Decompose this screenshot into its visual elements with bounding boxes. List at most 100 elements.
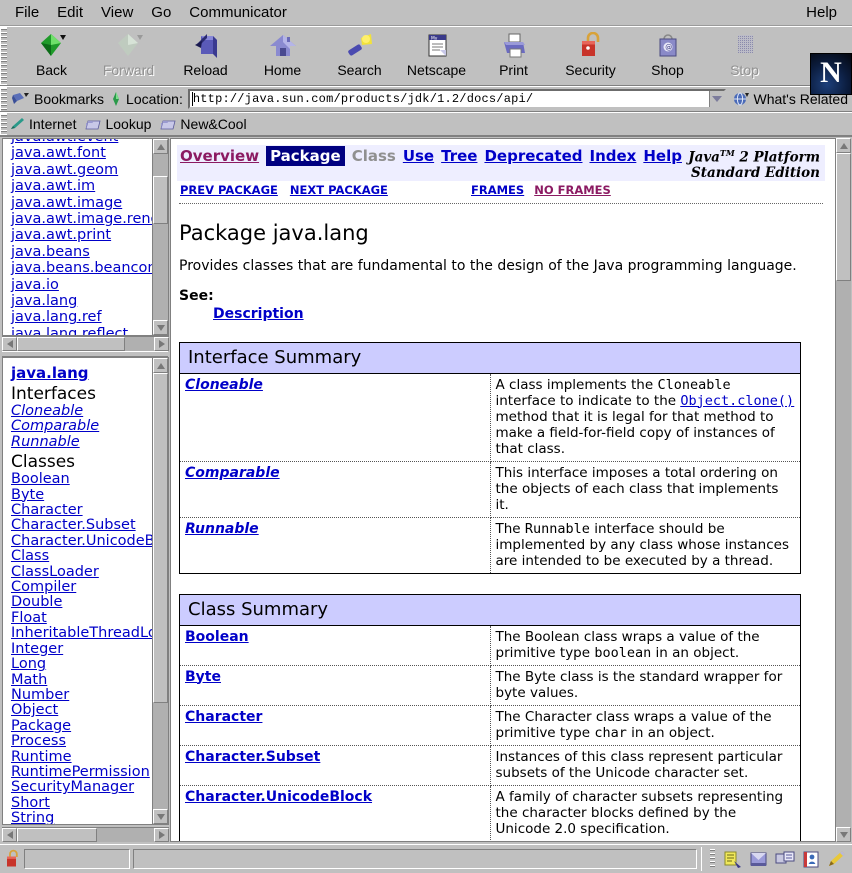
interface-summary-link[interactable]: Comparable	[185, 465, 280, 481]
see-description-link[interactable]: Description	[213, 306, 304, 322]
print-button[interactable]: Print	[475, 28, 552, 84]
package-link[interactable]: java.io	[11, 277, 152, 293]
menu-communicator[interactable]: Communicator	[180, 2, 296, 23]
class-link[interactable]: Runtime	[11, 749, 152, 765]
scroll-thumb[interactable]	[153, 373, 168, 703]
scroll-right-button[interactable]	[154, 337, 169, 351]
doc-nav-overview[interactable]: Overview	[180, 147, 259, 165]
composer-icon[interactable]	[722, 849, 744, 869]
personal-item-newcool[interactable]: New&Cool	[158, 116, 253, 132]
menu-edit[interactable]: Edit	[48, 2, 92, 23]
location-bar-grip[interactable]	[0, 87, 7, 111]
class-summary-link[interactable]: Character.Subset	[185, 749, 320, 765]
scroll-track[interactable]	[153, 373, 168, 809]
document-vertical-scrollbar[interactable]	[835, 138, 851, 842]
personal-item-internet[interactable]: Internet	[7, 116, 83, 132]
class-link[interactable]: Character	[11, 502, 152, 518]
menu-help[interactable]: Help	[797, 2, 846, 23]
class-link[interactable]: Process	[11, 733, 152, 749]
package-link[interactable]: java.awt.image	[11, 195, 152, 211]
scroll-track[interactable]	[836, 153, 851, 827]
current-package-link[interactable]: java.lang	[11, 364, 152, 382]
security-button[interactable]: Security	[552, 28, 629, 84]
interface-link[interactable]: Comparable	[11, 418, 152, 434]
class-summary-link[interactable]: Character	[185, 709, 262, 725]
class-summary-link[interactable]: Byte	[185, 669, 221, 685]
class-link[interactable]: Boolean	[11, 471, 152, 487]
url-input[interactable]	[189, 91, 709, 107]
address-book-icon[interactable]	[800, 849, 822, 869]
newsgroup-icon[interactable]	[774, 849, 796, 869]
doc-subnav-next-package[interactable]: NEXT PACKAGE	[290, 183, 388, 197]
menu-file[interactable]: File	[6, 2, 48, 23]
home-button[interactable]: Home	[244, 28, 321, 84]
package-link[interactable]: java.awt.geom	[11, 162, 152, 178]
interface-summary-link[interactable]: Runnable	[185, 521, 259, 537]
class-link[interactable]: Number	[11, 687, 152, 703]
class-link[interactable]: Character.UnicodeB	[11, 533, 152, 549]
security-status-button[interactable]	[2, 849, 24, 869]
toolbar-grip[interactable]	[0, 27, 7, 85]
class-link[interactable]: Float	[11, 610, 152, 626]
class-link[interactable]: Byte	[11, 487, 152, 503]
scroll-track[interactable]	[153, 154, 168, 320]
scroll-thumb-h[interactable]	[17, 337, 125, 351]
class-link[interactable]: Short	[11, 795, 152, 811]
class-link[interactable]: Integer	[11, 641, 152, 657]
interface-link[interactable]: Cloneable	[11, 403, 152, 419]
package-link[interactable]: java.beans	[11, 244, 152, 260]
editor-pencil-icon[interactable]	[826, 849, 848, 869]
class-link[interactable]: Class	[11, 548, 152, 564]
class-link[interactable]: InheritableThreadLo	[11, 625, 152, 641]
class-link[interactable]: Double	[11, 595, 152, 611]
package-link[interactable]: java.beans.beancont	[11, 260, 152, 276]
menu-view[interactable]: View	[92, 2, 142, 23]
package-link[interactable]: java.awt.image.rend	[11, 211, 152, 227]
personal-item-lookup[interactable]: Lookup	[83, 116, 158, 132]
package-link[interactable]: java.awt.print	[11, 227, 152, 243]
class-link[interactable]: Math	[11, 672, 152, 688]
packages-horizontal-scrollbar[interactable]	[2, 336, 169, 351]
shop-button[interactable]: @ Shop	[629, 28, 706, 84]
back-button[interactable]: Back	[13, 28, 90, 84]
netscape-button[interactable]: My Netscape	[398, 28, 475, 84]
class-link[interactable]: RuntimePermission	[11, 764, 152, 780]
class-link[interactable]: Compiler	[11, 579, 152, 595]
class-link[interactable]: Package	[11, 718, 152, 734]
doc-subnav-no-frames[interactable]: NO FRAMES	[534, 183, 611, 197]
scroll-left-button[interactable]	[2, 828, 17, 842]
bookmarks-button[interactable]: Bookmarks	[7, 91, 108, 107]
classes-vertical-scrollbar[interactable]	[152, 358, 168, 824]
package-link[interactable]: java.lang	[11, 293, 152, 309]
doc-nav-tree[interactable]: Tree	[441, 147, 477, 165]
netscape-logo-icon[interactable]: N	[810, 53, 852, 95]
scroll-down-button[interactable]	[153, 809, 168, 824]
package-link[interactable]: java.lang.reflect	[11, 326, 152, 335]
doc-nav-help[interactable]: Help	[643, 147, 682, 165]
scroll-thumb[interactable]	[153, 176, 168, 224]
mailbox-icon[interactable]	[748, 849, 770, 869]
scroll-down-button[interactable]	[836, 827, 851, 842]
classes-horizontal-scrollbar[interactable]	[2, 827, 169, 842]
interface-summary-link[interactable]: Cloneable	[185, 377, 263, 393]
search-button[interactable]: Search	[321, 28, 398, 84]
scroll-up-button[interactable]	[153, 139, 168, 154]
interface-link[interactable]: Runnable	[11, 434, 152, 450]
menu-go[interactable]: Go	[142, 2, 180, 23]
scroll-down-button[interactable]	[153, 320, 168, 335]
scroll-left-button[interactable]	[2, 337, 17, 351]
class-link[interactable]: SecurityManager	[11, 779, 152, 795]
package-link[interactable]: java.lang.ref	[11, 309, 152, 325]
doc-subnav-prev-package[interactable]: PREV PACKAGE	[180, 183, 278, 197]
doc-nav-deprecated[interactable]: Deprecated	[484, 147, 582, 165]
class-link[interactable]: Character.Subset	[11, 518, 152, 534]
package-link[interactable]: java.awt.im	[11, 178, 152, 194]
url-field-wrapper[interactable]	[187, 89, 726, 109]
class-link[interactable]: Long	[11, 656, 152, 672]
package-link[interactable]: java.awt.font	[11, 145, 152, 161]
class-summary-link[interactable]: Boolean	[185, 629, 249, 645]
inline-code-link[interactable]: Object.clone()	[680, 393, 794, 409]
reload-button[interactable]: Reload	[167, 28, 244, 84]
doc-subnav-frames[interactable]: FRAMES	[471, 183, 524, 197]
class-link[interactable]: Object	[11, 702, 152, 718]
